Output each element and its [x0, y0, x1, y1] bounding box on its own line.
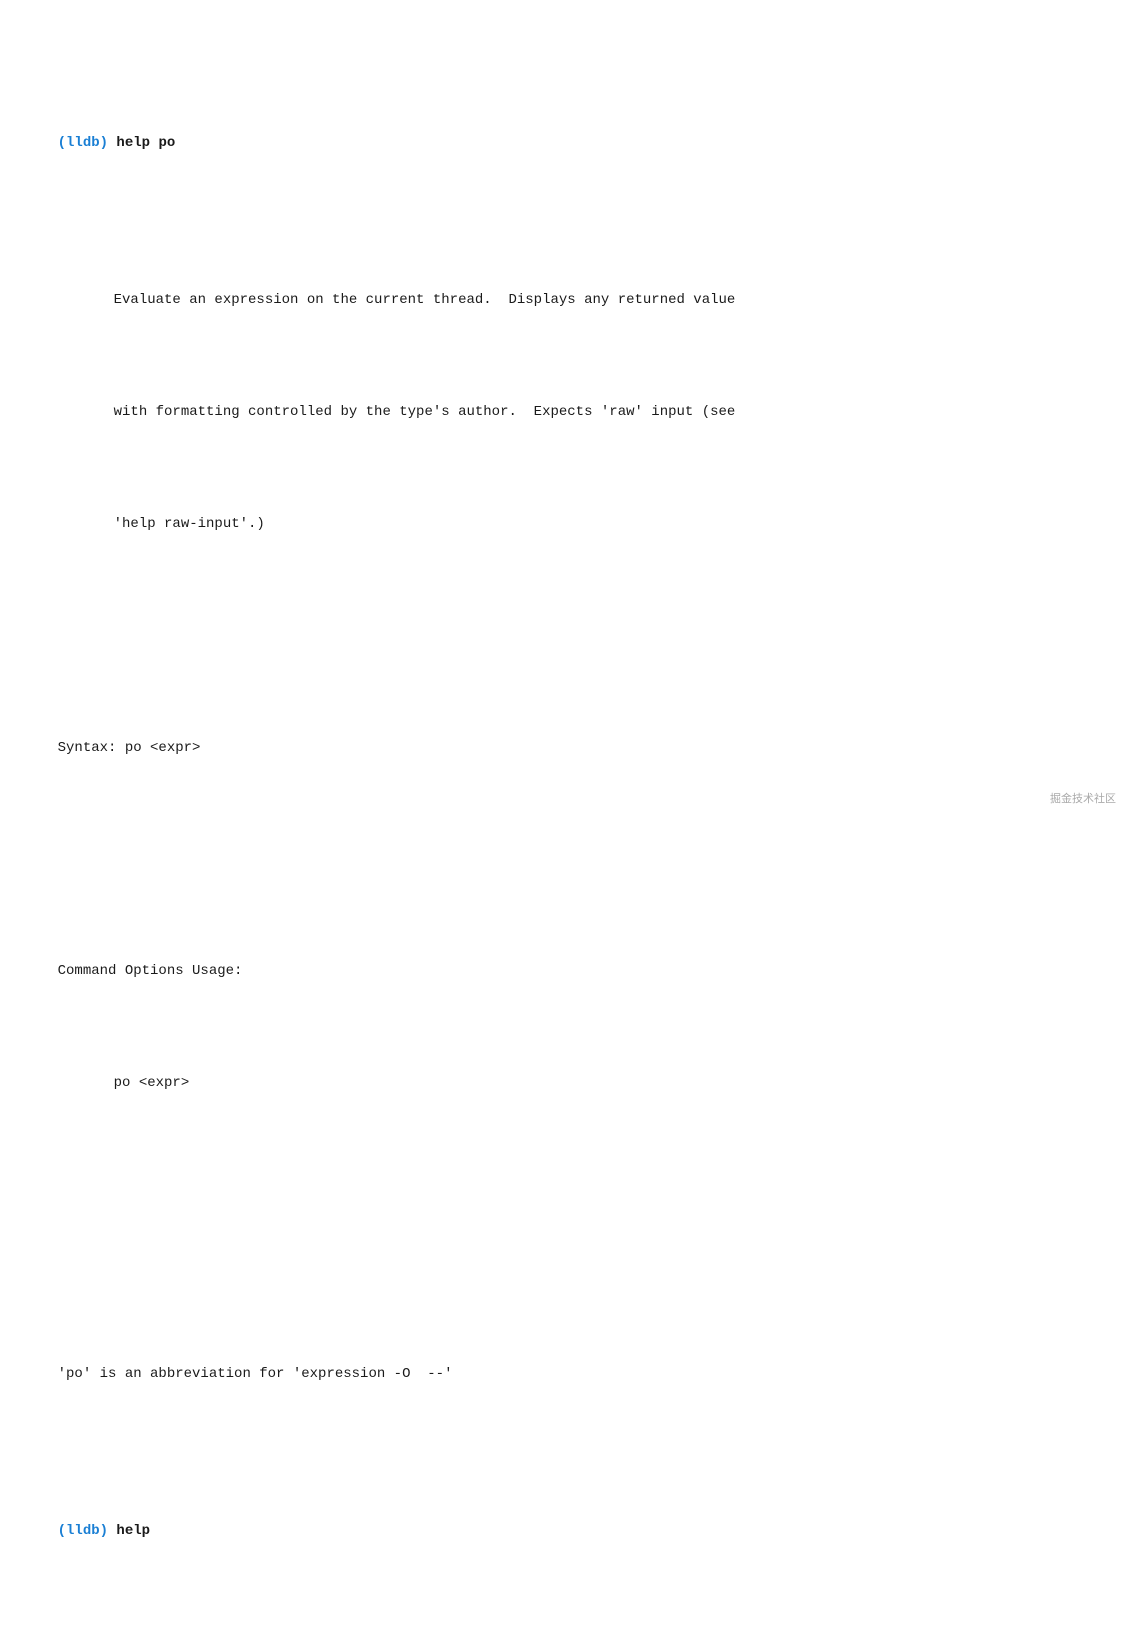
line-options-usage: po <expr>: [24, 1050, 1102, 1117]
line-empty-2: [24, 848, 1102, 870]
watermark: 掘金技术社区: [1050, 790, 1116, 806]
line-empty-1: [24, 625, 1102, 647]
prompt-1: (lldb): [58, 135, 108, 151]
line-syntax: Syntax: po <expr>: [24, 714, 1102, 781]
options-header-text: Command Options Usage:: [58, 963, 243, 979]
line-empty-4: [24, 1251, 1102, 1273]
terminal-output: (lldb) help po Evaluate an expression on…: [24, 20, 1102, 1632]
options-usage-text: po <expr>: [114, 1075, 190, 1091]
text-4: 'help raw-input'.): [114, 516, 265, 532]
line-2: Evaluate an expression on the current th…: [24, 266, 1102, 333]
prompt-2: (lldb): [58, 1523, 108, 1539]
line-empty-3: [24, 1184, 1102, 1206]
line-abbreviation: 'po' is an abbreviation for 'expression …: [24, 1341, 1102, 1408]
indent-options: [58, 1072, 114, 1094]
line-prompt2: (lldb) help: [24, 1498, 1102, 1565]
text-3: with formatting controlled by the type's…: [114, 404, 736, 420]
line-1: (lldb) help po: [24, 110, 1102, 177]
abbreviation-text: 'po' is an abbreviation for 'expression …: [58, 1366, 453, 1382]
text-2: Evaluate an expression on the current th…: [114, 292, 736, 308]
command-1: help po: [108, 135, 175, 151]
line-4: 'help raw-input'.): [24, 490, 1102, 557]
line-options-header: Command Options Usage:: [24, 938, 1102, 1005]
line-3: with formatting controlled by the type's…: [24, 378, 1102, 445]
syntax-text: Syntax: po <expr>: [58, 740, 201, 756]
command-2: help: [108, 1523, 150, 1539]
